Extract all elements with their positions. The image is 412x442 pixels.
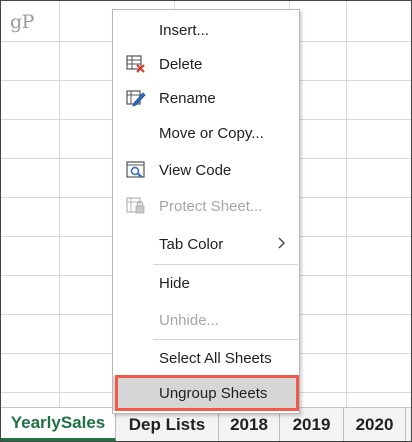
menu-item-label: Select All Sheets — [159, 349, 272, 367]
view-code-icon — [126, 161, 145, 178]
watermark-logo: gP — [10, 11, 34, 33]
rename-sheet-icon — [126, 90, 146, 107]
menu-item-label: Insert... — [159, 21, 210, 39]
excel-window: gP YearlySales Dep Lists 2018 2019 2020 … — [0, 0, 412, 442]
menu-item-label: Tab Color — [159, 235, 224, 253]
sheet-tab-2020[interactable]: 2020 — [344, 408, 406, 441]
menu-separator — [153, 339, 298, 340]
delete-sheet-icon — [126, 55, 145, 73]
sheet-tab-yearlysales[interactable]: YearlySales — [1, 408, 116, 441]
menu-item-rename[interactable]: Rename — [113, 81, 299, 115]
menu-item-label: Delete — [159, 55, 203, 73]
menu-item-delete[interactable]: Delete — [113, 47, 299, 81]
menu-item-label: Hide — [159, 274, 190, 292]
menu-item-unhide: Unhide... — [113, 303, 299, 337]
menu-item-label: Protect Sheet... — [159, 197, 263, 215]
grid-column-line — [346, 1, 347, 407]
sheet-context-menu: Insert... Delete Rename Move or Copy... … — [112, 9, 300, 414]
menu-item-label: Move or Copy... — [159, 124, 264, 142]
menu-item-select-all-sheets[interactable]: Select All Sheets — [113, 341, 299, 375]
highlight-annotation-box — [115, 375, 299, 411]
grid-column-line — [59, 1, 60, 407]
menu-item-label: View Code — [159, 161, 232, 179]
menu-separator — [153, 264, 298, 265]
menu-item-hide[interactable]: Hide — [113, 266, 299, 300]
menu-item-label: Rename — [159, 89, 216, 107]
protect-sheet-icon — [126, 197, 145, 214]
menu-item-protect-sheet: Protect Sheet... — [113, 189, 299, 223]
menu-item-view-code[interactable]: View Code — [113, 153, 299, 187]
menu-item-label: Unhide... — [159, 311, 220, 329]
menu-item-insert[interactable]: Insert... — [113, 13, 299, 47]
chevron-right-icon — [278, 237, 285, 249]
menu-item-move-or-copy[interactable]: Move or Copy... — [113, 116, 299, 150]
menu-item-tab-color[interactable]: Tab Color — [113, 227, 299, 261]
